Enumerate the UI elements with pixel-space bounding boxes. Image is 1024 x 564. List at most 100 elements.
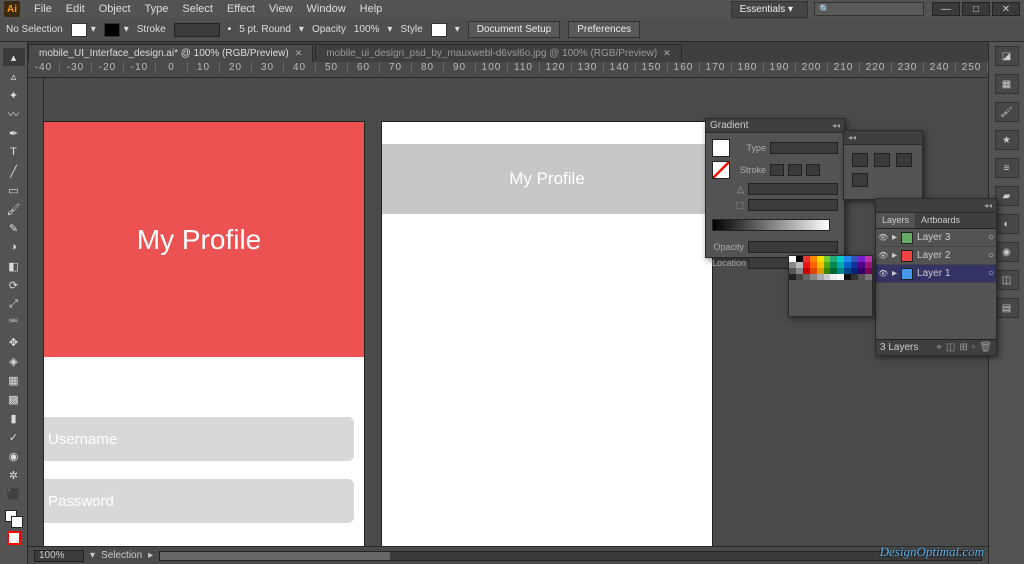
stroke-swatch[interactable] xyxy=(104,23,120,37)
magic-wand-tool[interactable]: ✦ xyxy=(3,86,25,104)
free-transform-tool[interactable]: ✥ xyxy=(3,333,25,351)
scale-tool[interactable]: ⤢ xyxy=(3,295,25,313)
dock-appearance-icon[interactable]: ◉ xyxy=(995,242,1019,262)
opacity-value[interactable]: 100% xyxy=(354,24,380,35)
dock-transparency-icon[interactable]: ◐ xyxy=(995,214,1019,234)
perspective-tool[interactable]: ▦ xyxy=(3,371,25,389)
swatches-panel[interactable] xyxy=(788,255,873,317)
transform-align-panel[interactable]: ◂◂ xyxy=(843,130,923,200)
shape-icon[interactable] xyxy=(852,173,868,187)
swatch[interactable] xyxy=(858,274,865,280)
dock-graphic-styles-icon[interactable]: ◫ xyxy=(995,270,1019,290)
width-tool[interactable]: ⎃ xyxy=(3,314,25,332)
align-icon[interactable] xyxy=(874,153,890,167)
menu-edit[interactable]: Edit xyxy=(60,1,91,17)
preferences-button[interactable]: Preferences xyxy=(568,21,640,38)
gradient-panel[interactable]: Gradient◂◂ Type Stroke △ ⬚ Opacity Locat… xyxy=(705,118,845,258)
rectangle-tool[interactable]: ▭ xyxy=(3,181,25,199)
angle-input[interactable] xyxy=(748,183,838,195)
stop-opacity-input[interactable] xyxy=(748,241,838,253)
window-close-button[interactable]: ✕ xyxy=(992,2,1020,16)
swatch[interactable] xyxy=(810,274,817,280)
eyedropper-tool[interactable]: ✓ xyxy=(3,428,25,446)
swatch[interactable] xyxy=(789,274,796,280)
stroke-type-3[interactable] xyxy=(806,164,820,176)
pathfinder-icon[interactable] xyxy=(896,153,912,167)
color-mode[interactable] xyxy=(3,529,25,547)
dock-stroke-icon[interactable]: ≡ xyxy=(995,158,1019,178)
line-tool[interactable]: ╱ xyxy=(3,162,25,180)
swatch[interactable] xyxy=(851,274,858,280)
visibility-icon[interactable]: 👁 xyxy=(878,251,888,260)
layer-row-selected[interactable]: 👁▸Layer 1○ xyxy=(876,265,996,283)
transform-icon[interactable] xyxy=(852,153,868,167)
window-minimize-button[interactable]: — xyxy=(932,2,960,16)
dock-swatches-icon[interactable]: ▦ xyxy=(995,74,1019,94)
dock-color-icon[interactable]: ◪ xyxy=(995,46,1019,66)
shape-builder-tool[interactable]: ◈ xyxy=(3,352,25,370)
window-maximize-button[interactable]: □ xyxy=(962,2,990,16)
stroke-weight-dropdown[interactable] xyxy=(174,23,220,37)
gradient-ramp[interactable] xyxy=(712,219,830,231)
style-swatch[interactable] xyxy=(431,23,447,37)
menu-type[interactable]: Type xyxy=(139,1,175,17)
swatch[interactable] xyxy=(796,274,803,280)
visibility-icon[interactable]: 👁 xyxy=(878,269,888,278)
stroke-type-1[interactable] xyxy=(770,164,784,176)
gradient-tool[interactable]: ▮ xyxy=(3,409,25,427)
zoom-dropdown[interactable]: 100% xyxy=(34,550,84,562)
mesh-tool[interactable]: ▩ xyxy=(3,390,25,408)
panel-collapse-icon[interactable]: ◂◂ xyxy=(832,121,840,130)
menu-help[interactable]: Help xyxy=(354,1,389,17)
stroke-type-2[interactable] xyxy=(788,164,802,176)
swatch[interactable] xyxy=(844,274,851,280)
locate-layer-icon[interactable]: ⌖ xyxy=(936,342,942,353)
dock-gradient-icon[interactable]: ▰ xyxy=(995,186,1019,206)
tab-layers[interactable]: Layers xyxy=(876,213,915,228)
help-search-input[interactable]: 🔍 xyxy=(814,2,924,16)
tab-artboards[interactable]: Artboards xyxy=(915,213,966,228)
menu-file[interactable]: File xyxy=(28,1,58,17)
tab-close-icon[interactable]: ✕ xyxy=(663,48,671,59)
new-sublayer-icon[interactable]: ⊞ xyxy=(959,342,967,353)
direct-selection-tool[interactable]: ▵ xyxy=(3,67,25,85)
blend-tool[interactable]: ◉ xyxy=(3,447,25,465)
horizontal-scrollbar[interactable] xyxy=(159,551,982,561)
swatch[interactable] xyxy=(865,274,872,280)
new-layer-icon[interactable]: ▫ xyxy=(972,342,976,353)
make-clip-icon[interactable]: ◫ xyxy=(946,342,955,353)
swatch[interactable] xyxy=(837,274,844,280)
column-graph-tool[interactable]: ⬛ xyxy=(3,485,25,503)
dock-symbols-icon[interactable]: ★ xyxy=(995,130,1019,150)
fill-stroke-swap[interactable] xyxy=(5,510,23,528)
visibility-icon[interactable]: 👁 xyxy=(878,233,888,242)
menu-window[interactable]: Window xyxy=(301,1,352,17)
aspect-input[interactable] xyxy=(748,199,838,211)
blob-brush-tool[interactable]: ◑ xyxy=(3,238,25,256)
dock-layers-icon[interactable]: ▤ xyxy=(995,298,1019,318)
gradient-type-dropdown[interactable] xyxy=(770,142,838,154)
lasso-tool[interactable]: 〰 xyxy=(3,105,25,123)
workspace-switcher[interactable]: Essentials ▾ xyxy=(731,1,808,18)
pencil-tool[interactable]: ✎ xyxy=(3,219,25,237)
layer-row[interactable]: 👁▸Layer 3○ xyxy=(876,229,996,247)
swatch[interactable] xyxy=(830,274,837,280)
panel-collapse-icon[interactable]: ◂◂ xyxy=(984,201,992,210)
pen-tool[interactable]: ✒ xyxy=(3,124,25,142)
artboard-1[interactable]: My Profile Username Password xyxy=(44,122,364,546)
panel-collapse-icon[interactable]: ◂◂ xyxy=(848,133,856,142)
swatch[interactable] xyxy=(817,274,824,280)
menu-view[interactable]: View xyxy=(263,1,299,17)
gradient-none-swatch[interactable] xyxy=(712,161,730,179)
menu-select[interactable]: Select xyxy=(176,1,219,17)
layers-panel[interactable]: ◂◂ LayersArtboards 👁▸Layer 3○ 👁▸Layer 2○… xyxy=(875,198,997,356)
delete-layer-icon[interactable]: 🗑 xyxy=(979,342,992,353)
symbol-sprayer-tool[interactable]: ✲ xyxy=(3,466,25,484)
eraser-tool[interactable]: ◧ xyxy=(3,257,25,275)
gradient-preview-swatch[interactable] xyxy=(712,139,730,157)
paintbrush-tool[interactable]: 🖌 xyxy=(3,200,25,218)
document-setup-button[interactable]: Document Setup xyxy=(468,21,561,38)
swatch[interactable] xyxy=(824,274,831,280)
tab-active[interactable]: mobile_UI_Interface_design.ai* @ 100% (R… xyxy=(28,44,313,62)
tab-close-icon[interactable]: ✕ xyxy=(295,48,303,59)
